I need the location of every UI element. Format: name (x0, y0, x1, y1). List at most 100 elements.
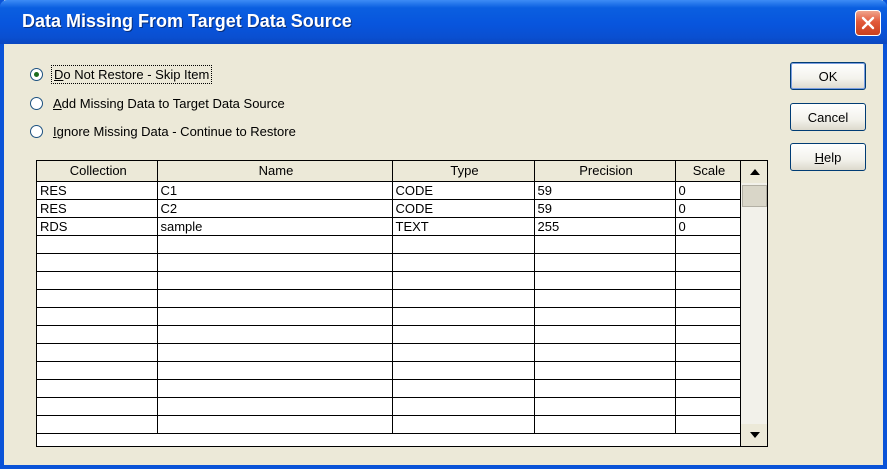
cell-type[interactable] (392, 235, 535, 254)
cell-precision[interactable]: 59 (534, 181, 676, 200)
table-row[interactable] (37, 397, 741, 416)
cell-type[interactable]: TEXT (392, 217, 535, 236)
cell-precision[interactable] (534, 379, 676, 398)
scroll-up-button[interactable] (741, 161, 767, 183)
cell-precision[interactable] (534, 361, 676, 380)
cell-name[interactable] (157, 361, 393, 380)
cell-precision[interactable] (534, 325, 676, 344)
cell-type[interactable] (392, 415, 535, 434)
vertical-scrollbar[interactable] (740, 161, 767, 446)
title-bar[interactable]: Data Missing From Target Data Source (0, 0, 887, 44)
close-button[interactable] (855, 10, 881, 36)
cell-name[interactable]: sample (157, 217, 393, 236)
table-row[interactable]: RES C1 CODE 59 0 (37, 181, 741, 200)
missing-data-grid[interactable]: Collection Name Type Precision Scale RES… (36, 160, 768, 447)
cell-precision[interactable] (534, 307, 676, 326)
cell-collection[interactable] (37, 271, 158, 290)
cell-name[interactable] (157, 235, 393, 254)
cell-precision[interactable] (534, 253, 676, 272)
cell-name[interactable] (157, 271, 393, 290)
cell-scale[interactable] (675, 307, 741, 326)
table-row[interactable] (37, 235, 741, 254)
table-row[interactable] (37, 343, 741, 362)
cell-scale[interactable] (675, 253, 741, 272)
cell-type[interactable] (392, 325, 535, 344)
cell-precision[interactable] (534, 235, 676, 254)
option-add-missing-data[interactable]: Add Missing Data to Target Data Source (30, 92, 285, 114)
cell-type[interactable]: CODE (392, 181, 535, 200)
cell-collection[interactable] (37, 235, 158, 254)
cell-name[interactable] (157, 307, 393, 326)
cell-scale[interactable] (675, 289, 741, 308)
cell-name[interactable] (157, 289, 393, 308)
cell-scale[interactable] (675, 343, 741, 362)
radio-do-not-restore[interactable] (30, 67, 43, 81)
table-row[interactable] (37, 289, 741, 308)
cell-collection[interactable] (37, 361, 158, 380)
cell-type[interactable] (392, 253, 535, 272)
cell-name[interactable] (157, 397, 393, 416)
column-header-scale[interactable]: Scale (675, 161, 741, 182)
cell-collection[interactable] (37, 415, 158, 434)
cell-scale[interactable] (675, 379, 741, 398)
cell-scale[interactable]: 0 (675, 181, 741, 200)
cell-type[interactable] (392, 343, 535, 362)
cell-collection[interactable] (37, 379, 158, 398)
cell-scale[interactable] (675, 325, 741, 344)
cell-collection[interactable] (37, 325, 158, 344)
cell-precision[interactable]: 255 (534, 217, 676, 236)
table-row[interactable] (37, 253, 741, 272)
cell-type[interactable]: CODE (392, 199, 535, 218)
cell-name[interactable] (157, 415, 393, 434)
cell-collection[interactable] (37, 343, 158, 362)
cell-precision[interactable] (534, 289, 676, 308)
table-row[interactable] (37, 307, 741, 326)
table-row[interactable] (37, 379, 741, 398)
cell-collection[interactable]: RES (37, 181, 158, 200)
cell-name[interactable] (157, 325, 393, 344)
cell-collection[interactable] (37, 397, 158, 416)
cell-precision[interactable]: 59 (534, 199, 676, 218)
column-header-type[interactable]: Type (392, 161, 535, 182)
help-button[interactable]: Help (790, 143, 866, 171)
table-row[interactable]: RDS sample TEXT 255 0 (37, 217, 741, 236)
cell-scale[interactable]: 0 (675, 217, 741, 236)
cell-precision[interactable] (534, 397, 676, 416)
cell-collection[interactable] (37, 307, 158, 326)
cell-name[interactable]: C2 (157, 199, 393, 218)
cell-scale[interactable] (675, 415, 741, 434)
radio-ignore-missing-data[interactable] (30, 124, 43, 138)
column-header-name[interactable]: Name (157, 161, 393, 182)
option-do-not-restore[interactable]: Do Not Restore - Skip Item (30, 63, 213, 85)
cell-collection[interactable]: RDS (37, 217, 158, 236)
column-header-collection[interactable]: Collection (37, 161, 158, 182)
cell-type[interactable] (392, 397, 535, 416)
column-header-precision[interactable]: Precision (534, 161, 676, 182)
ok-button[interactable]: OK (790, 62, 866, 90)
radio-add-missing-data[interactable] (30, 96, 43, 110)
cell-scale[interactable] (675, 397, 741, 416)
cell-scale[interactable] (675, 271, 741, 290)
scroll-down-button[interactable] (741, 424, 767, 446)
cell-name[interactable] (157, 343, 393, 362)
scroll-thumb[interactable] (742, 185, 767, 207)
cell-precision[interactable] (534, 343, 676, 362)
table-row[interactable] (37, 271, 741, 290)
table-row[interactable] (37, 361, 741, 380)
cell-precision[interactable] (534, 271, 676, 290)
table-row[interactable] (37, 325, 741, 344)
cell-scale[interactable] (675, 361, 741, 380)
cell-name[interactable] (157, 253, 393, 272)
cell-type[interactable] (392, 379, 535, 398)
cell-collection[interactable] (37, 253, 158, 272)
cell-type[interactable] (392, 271, 535, 290)
cell-collection[interactable] (37, 289, 158, 308)
cell-name[interactable] (157, 379, 393, 398)
table-row[interactable]: RES C2 CODE 59 0 (37, 199, 741, 218)
cell-collection[interactable]: RES (37, 199, 158, 218)
option-ignore-missing-data[interactable]: Ignore Missing Data - Continue to Restor… (30, 120, 296, 142)
cell-scale[interactable]: 0 (675, 199, 741, 218)
cell-scale[interactable] (675, 235, 741, 254)
cell-type[interactable] (392, 307, 535, 326)
cell-precision[interactable] (534, 415, 676, 434)
